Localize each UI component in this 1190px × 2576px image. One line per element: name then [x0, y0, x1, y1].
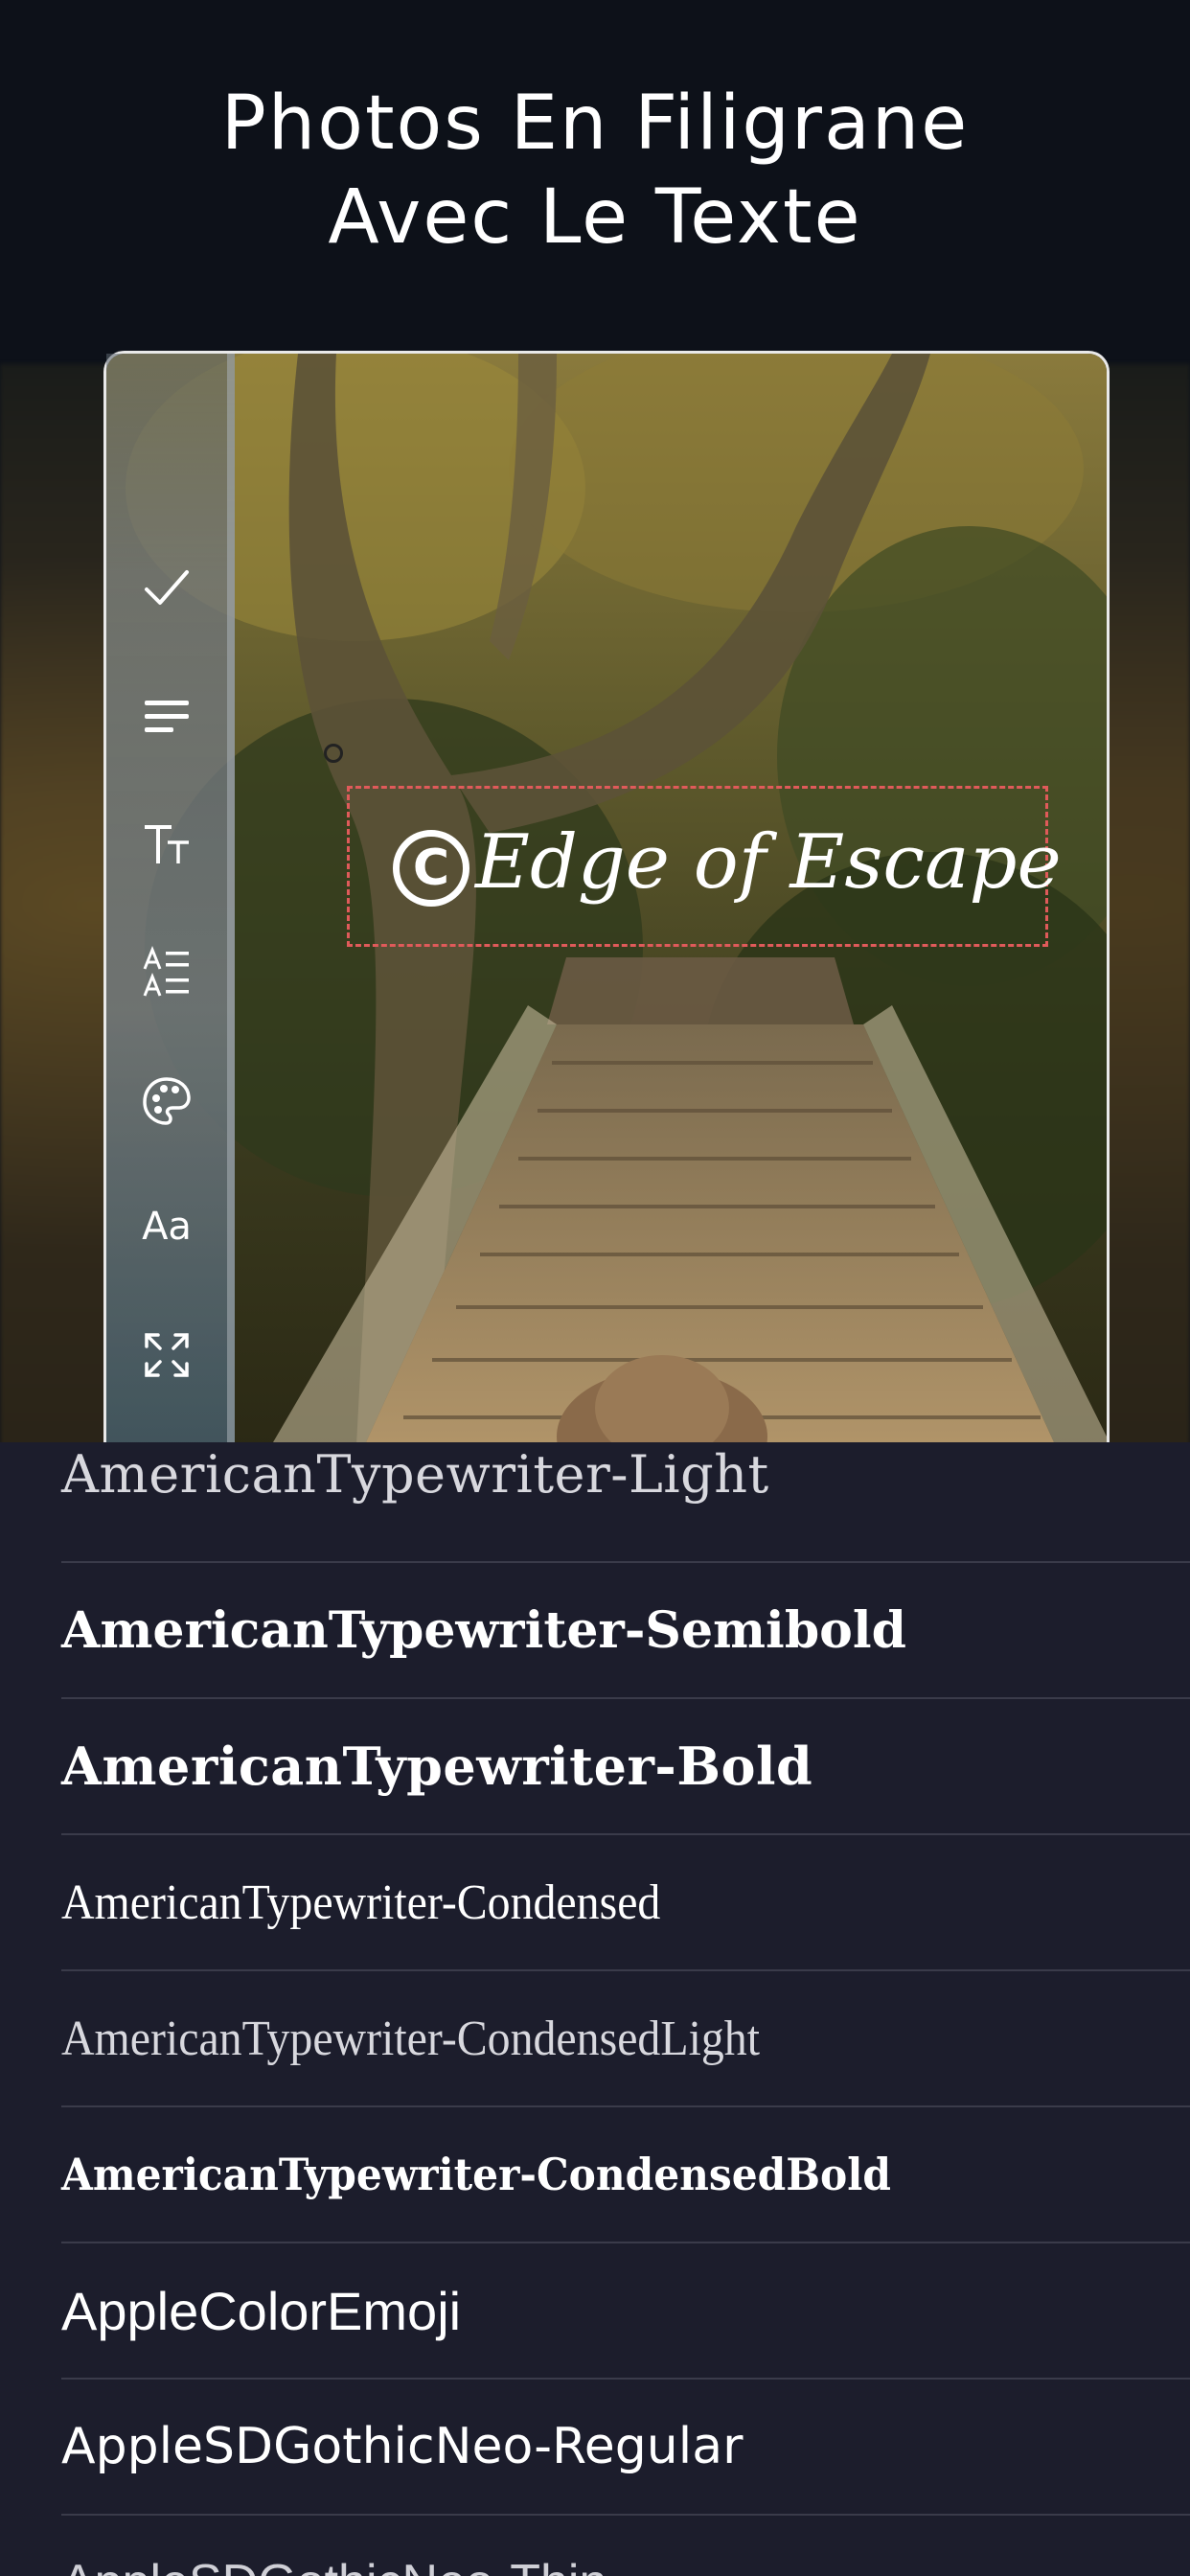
font-option[interactable]: AmericanTypewriter-CondensedLight — [61, 1971, 1190, 2107]
font-option[interactable]: AmericanTypewriter-CondensedBold — [61, 2107, 1190, 2243]
confirm-button[interactable] — [106, 545, 227, 632]
text-size-icon — [145, 825, 189, 863]
rotate-handle[interactable] — [324, 744, 343, 763]
font-option[interactable]: AppleSDGothicNeo-Thin — [61, 2516, 1190, 2576]
watermark-text[interactable]: C Edge of Escape — [393, 810, 1062, 915]
font-option[interactable]: AmericanTypewriter-Bold — [61, 1699, 1190, 1835]
align-button[interactable] — [106, 674, 227, 760]
copyright-icon: C — [393, 829, 469, 907]
line-spacing-icon — [143, 945, 189, 997]
text-size-button[interactable] — [106, 802, 227, 888]
font-option-label: AmericanTypewriter-Condensed — [61, 1874, 661, 1930]
checkmark-icon — [145, 570, 189, 605]
expand-button[interactable] — [106, 1312, 227, 1398]
font-icon: Aa — [142, 1205, 192, 1249]
font-list: AmericanTypewriter-Light AmericanTypewri… — [0, 1442, 1190, 2576]
screen: Photos En Filigrane Avec Le Texte Aa C E… — [0, 0, 1190, 2576]
title-line-2: Avec Le Texte — [328, 174, 862, 261]
font-option[interactable]: AppleSDGothicNeo-Regular — [61, 2380, 1190, 2516]
page-title: Photos En Filigrane Avec Le Texte — [0, 77, 1190, 264]
font-option[interactable]: AmericanTypewriter-Light — [61, 1442, 1190, 1563]
font-option[interactable]: AmericanTypewriter-Semibold — [61, 1563, 1190, 1699]
font-option[interactable]: AppleColorEmoji — [61, 2243, 1190, 2380]
line-spacing-button[interactable] — [106, 929, 227, 1015]
font-option-label: AmericanTypewriter-CondensedBold — [61, 2149, 891, 2200]
title-line-1: Photos En Filigrane — [220, 80, 970, 167]
font-option[interactable]: AmericanTypewriter-Condensed — [61, 1835, 1190, 1971]
watermark-label: Edge of Escape — [475, 819, 1062, 906]
font-option-label: AmericanTypewriter-CondensedLight — [61, 2011, 760, 2066]
font-button[interactable]: Aa — [106, 1184, 227, 1270]
color-button[interactable] — [106, 1058, 227, 1144]
palette-icon — [143, 1077, 191, 1125]
edit-toolbar: Aa — [106, 354, 235, 1446]
expand-icon — [145, 1333, 189, 1377]
align-left-icon — [145, 701, 189, 732]
